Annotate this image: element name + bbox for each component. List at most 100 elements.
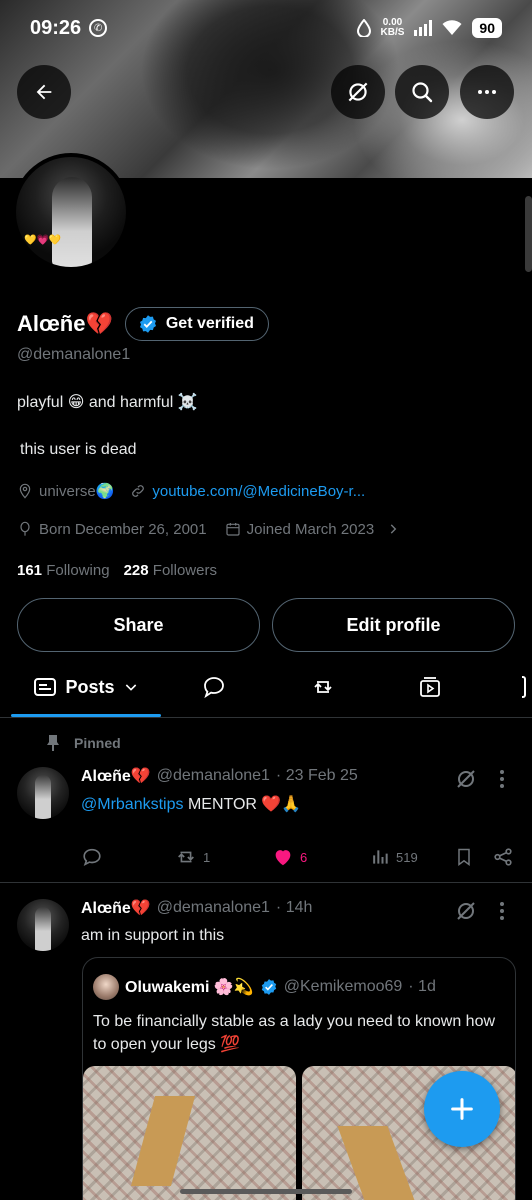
grok-button[interactable] — [331, 65, 385, 119]
following-count: 161 — [17, 562, 43, 579]
post-1-views-count: 519 — [396, 849, 418, 865]
edit-profile-button[interactable]: Edit profile — [272, 598, 515, 652]
post-1-views-button[interactable]: 519 — [370, 842, 418, 872]
quoted-post-header: Oluwakemi 🌸💫 @Kemikemoo69 · 1d — [93, 974, 436, 1000]
heart-filled-icon — [275, 850, 291, 866]
get-verified-button[interactable]: Get verified — [124, 307, 269, 341]
calendar-icon — [226, 523, 240, 536]
status-time: 09:26 — [30, 16, 82, 39]
profile-avatar[interactable]: 💛💗💛 — [12, 153, 130, 271]
home-indicator[interactable] — [180, 1189, 352, 1194]
chevron-right-icon[interactable] — [386, 522, 400, 536]
tab-reposts[interactable] — [293, 660, 353, 714]
grok-icon — [348, 82, 368, 102]
speech-bubble-icon — [204, 677, 224, 699]
post-1-share-button[interactable] — [492, 842, 514, 872]
post-2-handle[interactable]: @demanalone1 — [157, 899, 270, 917]
quoted-post-author-name: Oluwakemi 🌸💫 — [125, 979, 254, 996]
share-button[interactable]: Share — [17, 598, 260, 652]
profile-website-link[interactable]: youtube.com/@MedicineBoy-r... — [152, 483, 365, 500]
pinned-label: Pinned — [46, 734, 121, 752]
post-1-header: Alœñe💔 @demanalone1 · 23 Feb 25 — [81, 766, 358, 786]
reply-icon — [83, 848, 101, 866]
avatar-photo — [52, 177, 92, 267]
post-2-text: am in support in this — [81, 927, 225, 944]
following-link[interactable]: 161 Following — [17, 562, 110, 579]
post-2-more-button[interactable] — [492, 899, 512, 923]
posts-feed-icon — [34, 678, 57, 696]
compose-post-button[interactable] — [424, 1071, 500, 1147]
location-pin-icon — [19, 483, 31, 499]
post-1-reply-button[interactable] — [81, 842, 103, 872]
following-label: Following — [46, 562, 110, 579]
tab-overflow-icon — [522, 676, 526, 698]
plus-icon — [451, 1098, 473, 1120]
pinned-text: Pinned — [74, 735, 121, 751]
views-chart-icon — [373, 850, 388, 864]
post-divider — [0, 882, 532, 883]
search-button[interactable] — [395, 65, 449, 119]
post-1-more-button[interactable] — [492, 767, 512, 791]
profile-meta-location-row: universe🌍 youtube.com/@MedicineBoy-r... — [17, 482, 365, 500]
repost-icon — [314, 681, 332, 693]
status-bar: 09:26 ✆ 0.00 KB/S 90 — [0, 0, 532, 56]
chevron-down-icon — [125, 684, 136, 691]
post-1-like-button[interactable]: 6 — [272, 842, 307, 872]
profile-meta-dates-row: Born December 26, 2001 Joined March 2023 — [17, 520, 400, 538]
post-2-avatar[interactable] — [17, 899, 69, 951]
post-1-body: MENTOR ❤️🙏 — [183, 796, 302, 813]
post-2-grok-icon[interactable] — [454, 899, 478, 923]
followers-link[interactable]: 228 Followers — [124, 562, 217, 579]
scrollbar-thumb[interactable] — [525, 196, 532, 272]
tab-media[interactable] — [400, 660, 460, 714]
post-2-time[interactable]: · 14h — [276, 899, 312, 917]
more-button[interactable] — [460, 65, 514, 119]
quoted-post-image-1[interactable] — [83, 1066, 296, 1200]
quoted-post-avatar — [93, 974, 119, 1000]
repost-icon — [178, 851, 194, 863]
followers-count: 228 — [123, 562, 149, 579]
get-verified-label: Get verified — [165, 315, 254, 332]
profile-birthday: Born December 26, 2001 — [39, 520, 207, 538]
tab-posts[interactable]: Posts — [11, 660, 161, 714]
post-2-author-name[interactable]: Alœñe💔 — [81, 898, 151, 918]
post-1-grok-icon[interactable] — [454, 767, 478, 791]
post-1-repost-count: 1 — [203, 849, 211, 865]
share-icon — [494, 848, 512, 866]
tabs-divider — [0, 717, 532, 718]
network-speed-unit: KB/S — [380, 27, 405, 38]
battery-indicator: 90 — [472, 18, 502, 38]
bio-line-1: playful 😁 and harmful ☠️ — [17, 394, 198, 411]
back-button[interactable] — [17, 65, 71, 119]
post-1-author-name[interactable]: Alœñe💔 — [81, 766, 151, 786]
tab-posts-label: Posts — [65, 676, 115, 697]
followers-label: Followers — [152, 562, 217, 579]
post-2-header: Alœñe💔 @demanalone1 · 14h — [81, 898, 312, 918]
profile-handle: @demanalone1 — [17, 346, 131, 363]
post-1-repost-button[interactable]: 1 — [175, 842, 210, 872]
profile-joined: Joined March 2023 — [246, 520, 375, 538]
post-1-handle[interactable]: @demanalone1 — [157, 767, 270, 785]
search-icon — [412, 82, 433, 103]
pin-icon — [47, 735, 59, 751]
quoted-post-text: To be financially stable as a lady you n… — [93, 1013, 496, 1053]
post-1-avatar[interactable] — [17, 767, 69, 819]
bookmark-icon — [458, 848, 470, 866]
profile-name-row: Alœñe💔 Get verified — [17, 307, 269, 341]
post-1-text: @Mrbankstips MENTOR ❤️🙏 — [81, 794, 301, 814]
profile-tabs: Posts — [0, 660, 532, 716]
link-icon — [132, 485, 145, 497]
bio-line-2: this user is dead — [20, 441, 137, 458]
post-1-actions: 1 6 519 — [81, 842, 521, 872]
verified-badge-icon — [139, 315, 156, 333]
quoted-post-time: · 1d — [408, 978, 436, 995]
post-1-bookmark-button[interactable] — [454, 842, 474, 872]
tab-more-partial[interactable] — [522, 660, 532, 714]
whatsapp-icon: ✆ — [89, 19, 108, 37]
post-1-time[interactable]: · 23 Feb 25 — [276, 767, 358, 785]
arrow-left-icon — [36, 84, 52, 100]
post-1-avatar-photo — [35, 775, 51, 819]
profile-location: universe🌍 — [39, 483, 115, 500]
tab-replies[interactable] — [184, 660, 244, 714]
post-1-mention[interactable]: @Mrbankstips — [81, 796, 184, 813]
